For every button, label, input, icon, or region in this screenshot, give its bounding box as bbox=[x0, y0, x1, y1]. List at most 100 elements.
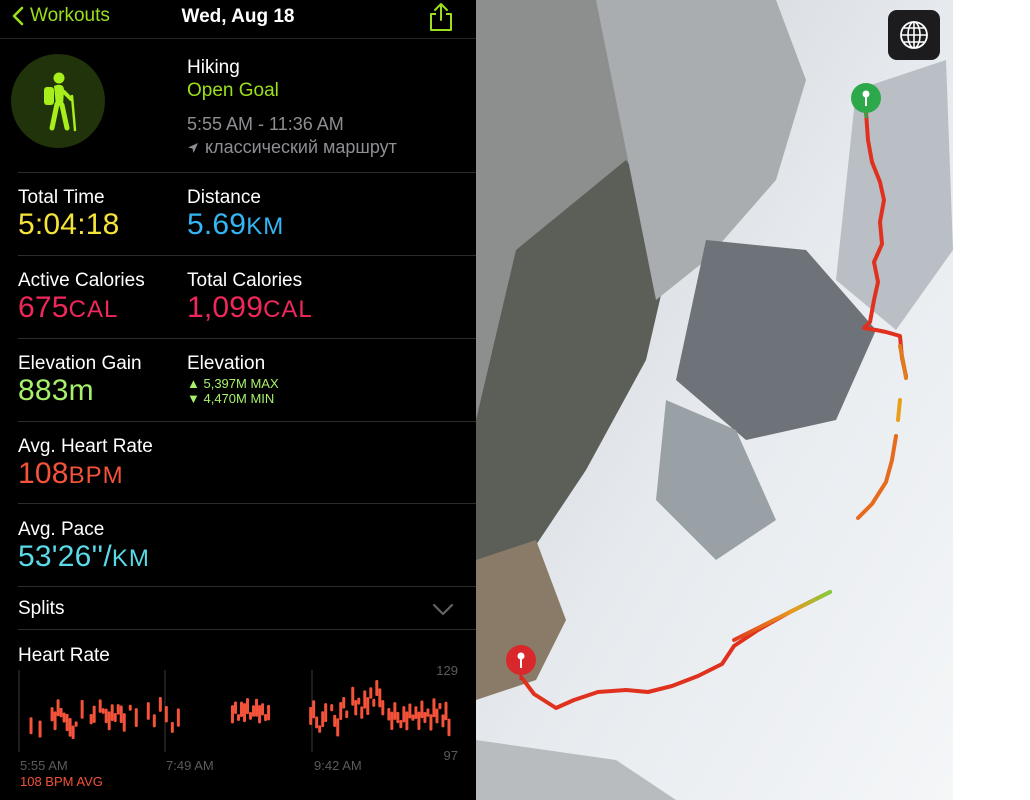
heart-rate-point bbox=[255, 698, 259, 717]
y-tick-label: 97 bbox=[444, 748, 458, 763]
page-title: Wed, Aug 18 bbox=[181, 6, 295, 27]
total-time-label: Total Time bbox=[18, 187, 105, 208]
total-calories-value: 1,099CAL bbox=[187, 291, 313, 325]
heart-rate-point bbox=[107, 711, 111, 731]
heart-rate-point bbox=[357, 697, 361, 705]
x-tick-label: 9:42 AM bbox=[314, 758, 362, 773]
avg-pace-label: Avg. Pace bbox=[18, 519, 105, 540]
divider bbox=[18, 255, 476, 256]
distance-value: 5.69KM bbox=[187, 208, 284, 242]
chevron-down-icon[interactable] bbox=[432, 603, 454, 617]
heart-rate-point bbox=[390, 711, 394, 731]
heart-rate-point bbox=[104, 708, 108, 724]
heart-rate-point bbox=[345, 710, 349, 719]
heart-rate-point bbox=[318, 725, 322, 733]
heart-rate-point bbox=[375, 679, 379, 697]
elevation-label: Elevation bbox=[187, 353, 266, 374]
elevation-gain-value: 883m bbox=[18, 374, 94, 407]
splits-row[interactable]: Splits bbox=[18, 598, 64, 620]
avg-heart-rate-number: 108 bbox=[18, 457, 69, 490]
heart-rate-point bbox=[170, 721, 174, 733]
heart-rate-point bbox=[71, 725, 75, 740]
heart-rate-point bbox=[134, 708, 138, 728]
navigation-bar: Workouts Wed, Aug 18 bbox=[0, 0, 476, 39]
heart-rate-point bbox=[128, 704, 132, 711]
heart-rate-point bbox=[321, 711, 325, 728]
x-tick-label: 7:49 AM bbox=[166, 758, 214, 773]
route-map[interactable] bbox=[476, 0, 953, 800]
avg-pace-unit: KM bbox=[111, 545, 150, 572]
heart-rate-point bbox=[29, 717, 33, 735]
workout-route: классический маршрут bbox=[187, 137, 397, 158]
heart-rate-point bbox=[432, 698, 436, 718]
distance-number: 5.69 bbox=[187, 208, 247, 241]
heart-rate-point bbox=[381, 700, 385, 716]
heart-rate-point bbox=[351, 686, 355, 706]
heart-rate-point bbox=[146, 702, 150, 720]
chart-points bbox=[29, 679, 451, 740]
heart-rate-point bbox=[354, 700, 358, 716]
heart-rate-point bbox=[342, 696, 346, 709]
map-type-button[interactable] bbox=[888, 10, 940, 60]
heart-rate-point bbox=[261, 703, 265, 716]
route-name: классический маршрут bbox=[205, 137, 397, 157]
heart-rate-point bbox=[360, 706, 364, 719]
total-calories-number: 1,099 bbox=[187, 291, 264, 324]
heart-rate-point bbox=[56, 699, 60, 717]
share-button[interactable] bbox=[428, 2, 454, 37]
heart-rate-point bbox=[414, 706, 418, 720]
heart-rate-point bbox=[441, 714, 445, 728]
heart-rate-point bbox=[438, 702, 442, 710]
heart-rate-point bbox=[339, 701, 343, 721]
heart-rate-point bbox=[164, 706, 168, 723]
workout-time-range: 5:55 AM - 11:36 AM bbox=[187, 114, 344, 134]
heart-rate-point bbox=[333, 714, 337, 727]
heart-rate-point bbox=[387, 707, 391, 721]
heart-rate-point bbox=[420, 700, 424, 719]
heart-rate-point bbox=[417, 711, 421, 731]
active-calories-number: 675 bbox=[18, 291, 69, 324]
avg-pace-number: 53'26''/ bbox=[18, 540, 112, 573]
workout-detail-panel: Workouts Wed, Aug 18 Hiking Open Goal 5:… bbox=[0, 0, 476, 800]
heart-rate-point bbox=[158, 696, 162, 712]
heart-rate-point bbox=[74, 721, 78, 727]
heart-rate-point bbox=[372, 698, 376, 707]
heart-rate-point bbox=[435, 708, 439, 724]
location-arrow-icon bbox=[188, 142, 198, 153]
heart-rate-point bbox=[176, 708, 180, 727]
heart-rate-point bbox=[152, 714, 156, 728]
heart-rate-point bbox=[393, 702, 397, 720]
active-calories-unit: CAL bbox=[68, 296, 119, 323]
heart-rate-point bbox=[252, 705, 256, 717]
heart-rate-point bbox=[423, 712, 427, 724]
heart-rate-point bbox=[405, 711, 409, 731]
heart-rate-point bbox=[309, 706, 313, 726]
distance-unit: KM bbox=[246, 213, 285, 240]
heart-rate-point bbox=[324, 703, 328, 723]
heart-rate-point bbox=[230, 705, 234, 724]
heart-rate-point bbox=[236, 714, 240, 721]
workout-type-badge bbox=[11, 54, 105, 148]
divider bbox=[18, 629, 476, 630]
avg-pace-value: 53'26''/KM bbox=[18, 540, 150, 574]
heart-rate-point bbox=[258, 705, 262, 724]
total-time-value: 5:04:18 bbox=[18, 208, 120, 241]
heart-rate-point bbox=[243, 703, 247, 723]
heart-rate-point bbox=[116, 704, 120, 715]
heart-rate-point bbox=[336, 718, 340, 737]
heart-rate-point bbox=[447, 718, 451, 737]
active-calories-value: 675CAL bbox=[18, 291, 118, 325]
heart-rate-point bbox=[68, 718, 72, 737]
elevation-min: ▼ 4,470M MIN bbox=[187, 391, 275, 406]
heart-rate-point bbox=[411, 714, 415, 721]
heart-rate-point bbox=[267, 704, 271, 721]
avg-heart-rate-value: 108BPM bbox=[18, 457, 124, 491]
active-calories-label: Active Calories bbox=[18, 270, 145, 291]
divider bbox=[18, 503, 476, 504]
heart-rate-point bbox=[264, 714, 268, 722]
heart-rate-point bbox=[369, 687, 373, 699]
share-icon bbox=[430, 3, 452, 31]
distance-label: Distance bbox=[187, 187, 261, 208]
hiker-icon bbox=[44, 72, 77, 132]
workout-goal: Open Goal bbox=[187, 80, 279, 101]
